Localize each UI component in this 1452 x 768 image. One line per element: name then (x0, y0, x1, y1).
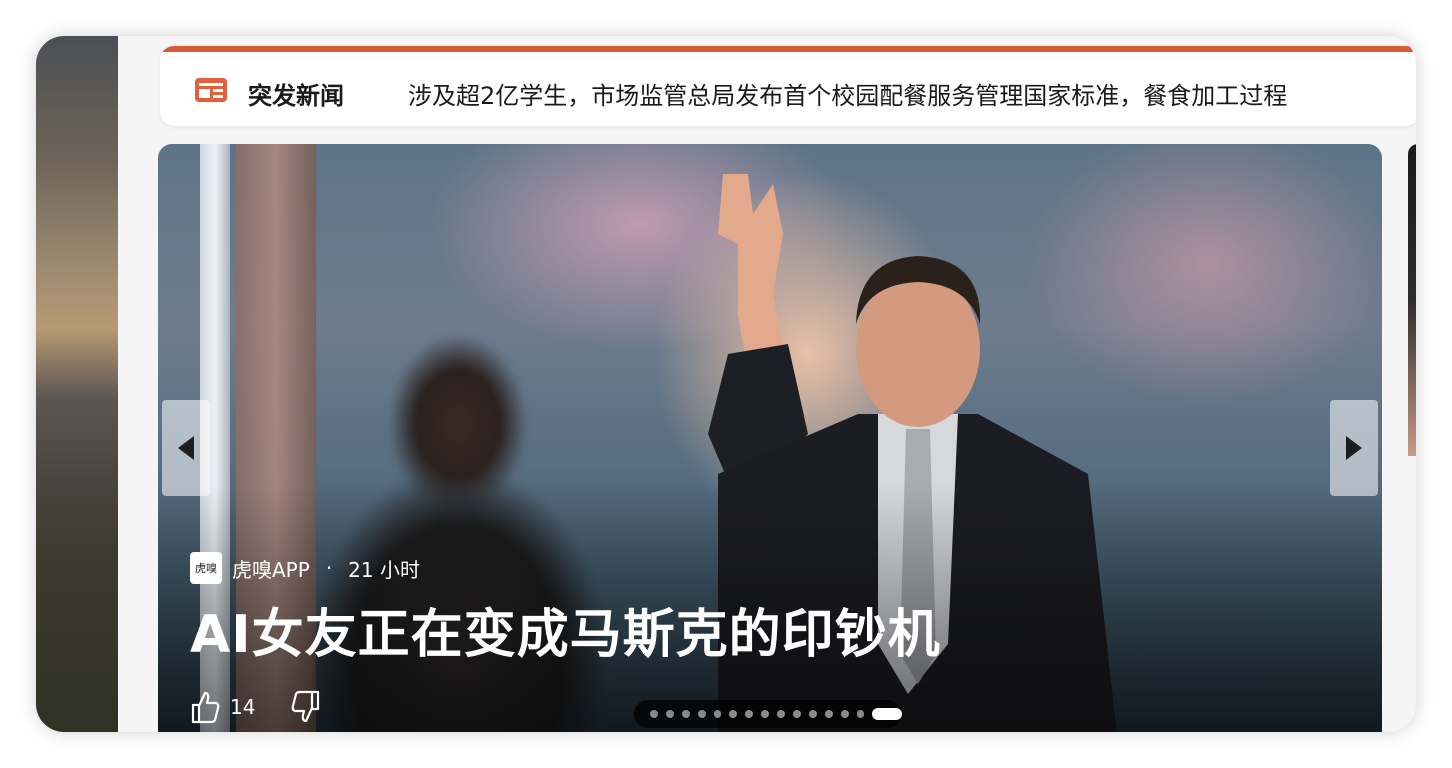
carousel-dot[interactable] (808, 710, 817, 718)
article-headline[interactable]: AI女友正在变成马斯克的印钞机 (190, 592, 941, 667)
carousel-dot[interactable] (777, 710, 786, 718)
newspaper-icon (195, 78, 227, 102)
carousel-dot[interactable] (697, 710, 706, 718)
hero-carousel[interactable]: 虎嗅 虎嗅APP · 21 小时 AI女友正在变成马斯克的印钞机 14 (158, 144, 1382, 732)
chevron-right-icon (1346, 436, 1362, 460)
breaking-news-accent (160, 46, 1416, 52)
carousel-prev-button[interactable] (162, 400, 210, 496)
breaking-news-bar[interactable]: 突发新闻 涉及超2亿学生，市场监管总局发布首个校园配餐服务管理国家标准，餐食加工… (160, 46, 1416, 126)
carousel-dot[interactable] (745, 710, 754, 718)
thumbs-up-icon[interactable] (190, 690, 220, 724)
chevron-left-icon (178, 436, 194, 460)
carousel-pagination (634, 700, 903, 728)
carousel-dot-active[interactable] (872, 708, 903, 720)
carousel-dot[interactable] (761, 710, 770, 718)
source-separator: · (325, 556, 333, 580)
carousel-dot[interactable] (856, 710, 865, 718)
breaking-news-headline[interactable]: 涉及超2亿学生，市场监管总局发布首个校园配餐服务管理国家标准，餐食加工过程 (408, 76, 1287, 111)
article-source[interactable]: 虎嗅 虎嗅APP · 21 小时 (190, 552, 420, 584)
browser-window: 突发新闻 涉及超2亿学生，市场监管总局发布首个校园配餐服务管理国家标准，餐食加工… (36, 36, 1416, 732)
carousel-dot[interactable] (713, 710, 722, 718)
article-time: 21 小时 (348, 557, 420, 582)
thumbs-down-icon[interactable] (291, 690, 321, 724)
news-feed: 突发新闻 涉及超2亿学生，市场监管总局发布首个校园配餐服务管理国家标准，餐食加工… (118, 36, 1416, 732)
carousel-dot[interactable] (840, 710, 849, 718)
carousel-dot[interactable] (824, 710, 833, 718)
like-count: 14 (230, 695, 256, 719)
carousel-dot[interactable] (665, 710, 674, 718)
source-logo: 虎嗅 (190, 552, 222, 584)
carousel-dot[interactable] (793, 710, 801, 718)
next-card-peek[interactable] (1408, 144, 1416, 456)
source-name[interactable]: 虎嗅APP (232, 554, 310, 583)
carousel-dot[interactable] (650, 710, 658, 718)
carousel-dot[interactable] (729, 710, 738, 718)
reaction-bar: 14 (190, 690, 321, 724)
background-wallpaper (36, 36, 118, 732)
breaking-news-label: 突发新闻 (248, 82, 344, 110)
carousel-next-button[interactable] (1330, 400, 1378, 496)
carousel-dot[interactable] (681, 710, 690, 718)
